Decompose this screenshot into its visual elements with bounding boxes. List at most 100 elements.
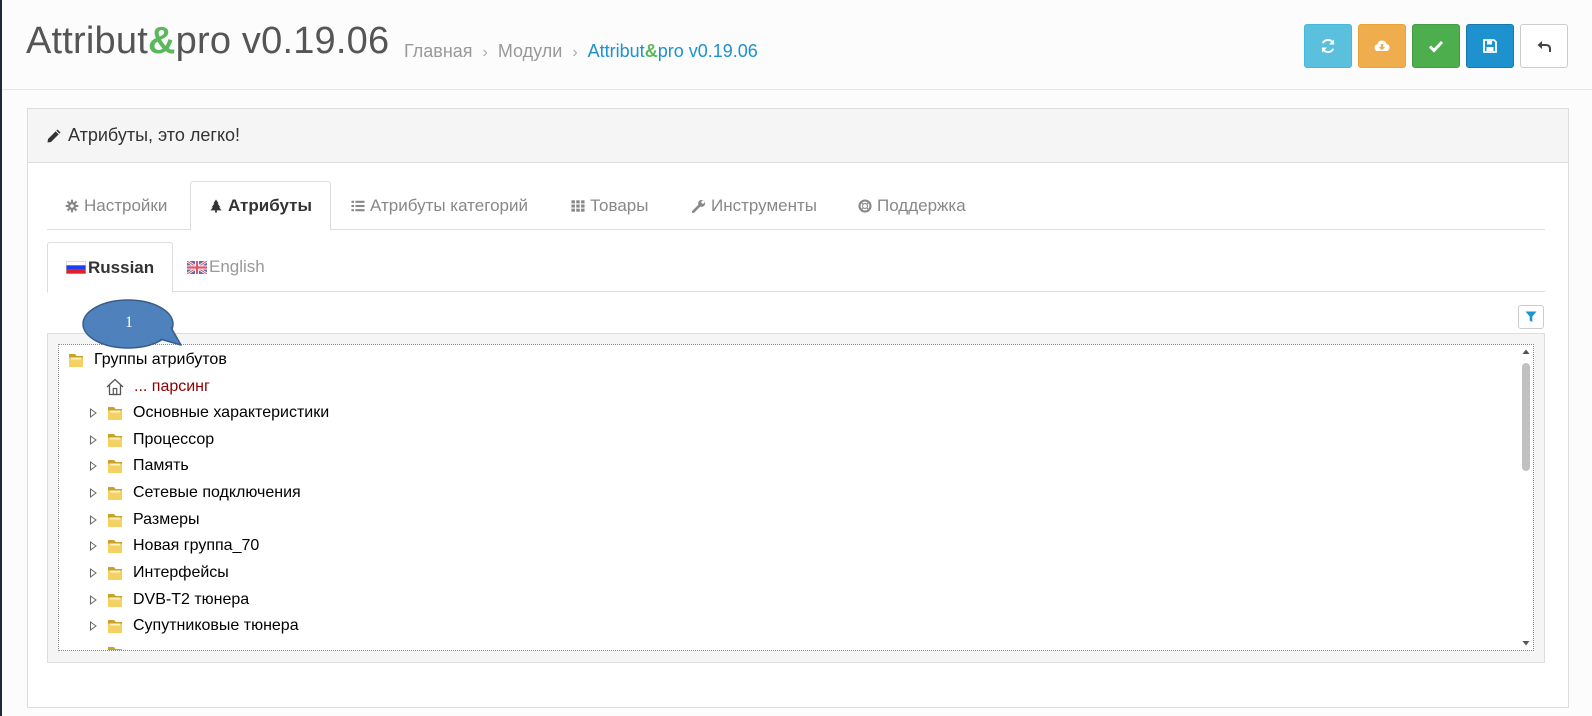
language-label: Russian <box>88 257 155 277</box>
tab-tools[interactable]: Инструменты <box>674 181 835 230</box>
folder-icon <box>108 460 122 473</box>
folder-icon <box>108 487 122 500</box>
breadcrumb-separator: › <box>482 44 488 61</box>
breadcrumb-modules[interactable]: Модули <box>498 41 562 61</box>
tab-label: Поддержка <box>877 195 966 215</box>
tree-node-label: ... парсинг <box>134 378 210 395</box>
tab-settings[interactable]: Настройки <box>47 181 185 230</box>
scroll-up-arrow-icon[interactable] <box>1521 347 1531 357</box>
main-panel: Атрибуты, это легко! Настройки Атрибуты … <box>27 108 1569 708</box>
tab-category-attributes[interactable]: Атрибуты категорий <box>333 181 546 230</box>
page-header: Attribut&pro v0.19.06 Главная › Модули › Att… <box>2 0 1592 90</box>
tree-node-label: DVB-T2 тюнера <box>133 591 250 608</box>
title-amp: & <box>147 20 176 62</box>
uk-flag-icon <box>187 260 207 274</box>
breadcrumb-current[interactable]: Attribut&pro v0.19.06 <box>588 41 758 61</box>
tab-label: Атрибуты <box>228 196 312 215</box>
grid-icon <box>571 199 585 212</box>
filter-button[interactable] <box>1518 305 1544 329</box>
expand-triangle-icon[interactable] <box>88 568 98 578</box>
expand-triangle-icon[interactable] <box>88 408 98 418</box>
breadcrumb-current-amp: & <box>644 41 658 61</box>
language-label: English <box>209 257 265 276</box>
tree-node-group[interactable]: DVB-T2 тюнера <box>88 591 249 609</box>
tree-node-partial <box>106 644 133 650</box>
cloud-download-icon <box>1374 40 1390 51</box>
reply-icon <box>1537 41 1551 52</box>
save-button[interactable] <box>1466 24 1514 68</box>
expand-triangle-icon[interactable] <box>88 541 98 551</box>
panel-heading: Атрибуты, это легко! <box>28 109 1568 163</box>
tree-node-label: Основные характеристики <box>133 404 330 421</box>
scrollbar-thumb[interactable] <box>1522 363 1530 471</box>
tab-label: Товары <box>590 195 649 215</box>
tree-node-group[interactable]: Основные характеристики <box>88 404 329 422</box>
panel-title: Атрибуты, это легко! <box>68 125 241 145</box>
tree-node-group[interactable]: Новая группа_70 <box>88 537 259 555</box>
filter-icon <box>1525 311 1537 322</box>
tree-scrollbar[interactable] <box>1519 345 1533 650</box>
tree-node-label: Процессор <box>133 431 215 448</box>
russia-flag-icon <box>66 261 86 274</box>
tree-node-group[interactable]: Интерфейсы <box>88 564 229 582</box>
folder-icon <box>108 647 122 650</box>
apply-button[interactable] <box>1412 24 1460 68</box>
folder-icon <box>108 620 122 633</box>
folder-icon <box>69 354 83 367</box>
expand-triangle-icon[interactable] <box>88 515 98 525</box>
tree-container: Группы атрибутов ... парсинг Основные ха… <box>47 333 1545 663</box>
tab-attributes[interactable]: Атрибуты <box>190 181 331 231</box>
expand-triangle-icon[interactable] <box>88 595 98 605</box>
breadcrumb: Главная › Модули › Attribut&pro v0.19.06 <box>404 41 758 62</box>
tree-node-label: Размеры <box>133 511 200 528</box>
tree-node-group[interactable]: Память <box>88 457 189 475</box>
tab-language-russian[interactable]: Russian <box>47 242 174 293</box>
wrench-icon <box>692 199 706 213</box>
tab-products[interactable]: Товары <box>553 181 666 230</box>
page-title: Attribut&pro v0.19.06 <box>26 20 389 63</box>
left-edge <box>0 0 2 716</box>
list-icon <box>351 200 365 211</box>
tree-node-group[interactable]: Супутниковые тюнера <box>88 617 299 635</box>
cloud-download-button[interactable] <box>1358 24 1406 68</box>
refresh-icon <box>1321 39 1335 53</box>
attribute-tree: Группы атрибутов ... парсинг Основные ха… <box>58 344 1534 651</box>
expand-triangle-icon[interactable] <box>88 435 98 445</box>
expand-triangle-icon[interactable] <box>88 488 98 498</box>
tree-node-label: Память <box>133 457 189 474</box>
refresh-button[interactable] <box>1304 24 1352 68</box>
tree-icon <box>210 199 222 213</box>
tab-language-english[interactable]: English <box>169 242 283 292</box>
folder-icon <box>108 514 122 527</box>
check-icon <box>1428 40 1444 53</box>
folder-icon <box>108 567 122 580</box>
tree-node-group[interactable]: Сетевые подключения <box>88 484 301 502</box>
tab-support[interactable]: Поддержка <box>840 181 984 230</box>
home-icon <box>106 378 124 396</box>
expand-triangle-icon[interactable] <box>88 621 98 631</box>
breadcrumb-current-part: Attribut <box>587 41 645 61</box>
folder-icon <box>108 407 122 420</box>
tree-node-label: Сетевые подключения <box>133 484 301 501</box>
back-button[interactable] <box>1520 24 1568 68</box>
tree-node-label: Новая группа_70 <box>133 537 260 554</box>
tree-node-parsing[interactable]: ... парсинг <box>105 377 210 397</box>
scroll-down-arrow-icon[interactable] <box>1521 638 1531 648</box>
breadcrumb-home[interactable]: Главная <box>404 41 473 61</box>
folder-icon <box>108 434 122 447</box>
tab-label: Инструменты <box>711 195 818 215</box>
save-icon <box>1483 39 1497 53</box>
tree-root[interactable]: Группы атрибутов <box>67 351 227 369</box>
expand-triangle-icon[interactable] <box>88 461 98 471</box>
tab-label: Атрибуты категорий <box>370 195 528 215</box>
breadcrumb-separator: › <box>572 44 578 61</box>
tree-node-group[interactable]: Процессор <box>88 431 214 449</box>
title-part: Attribut <box>26 20 148 62</box>
callout-label: 1 <box>125 314 133 331</box>
tree-node-label: Интерфейсы <box>133 564 229 581</box>
tree-node-group[interactable]: Размеры <box>88 511 200 529</box>
folder-icon <box>108 540 122 553</box>
language-tabs: Russian English <box>47 242 1545 293</box>
folder-icon <box>108 594 122 607</box>
title-part: pro v0.19.06 <box>175 20 390 62</box>
